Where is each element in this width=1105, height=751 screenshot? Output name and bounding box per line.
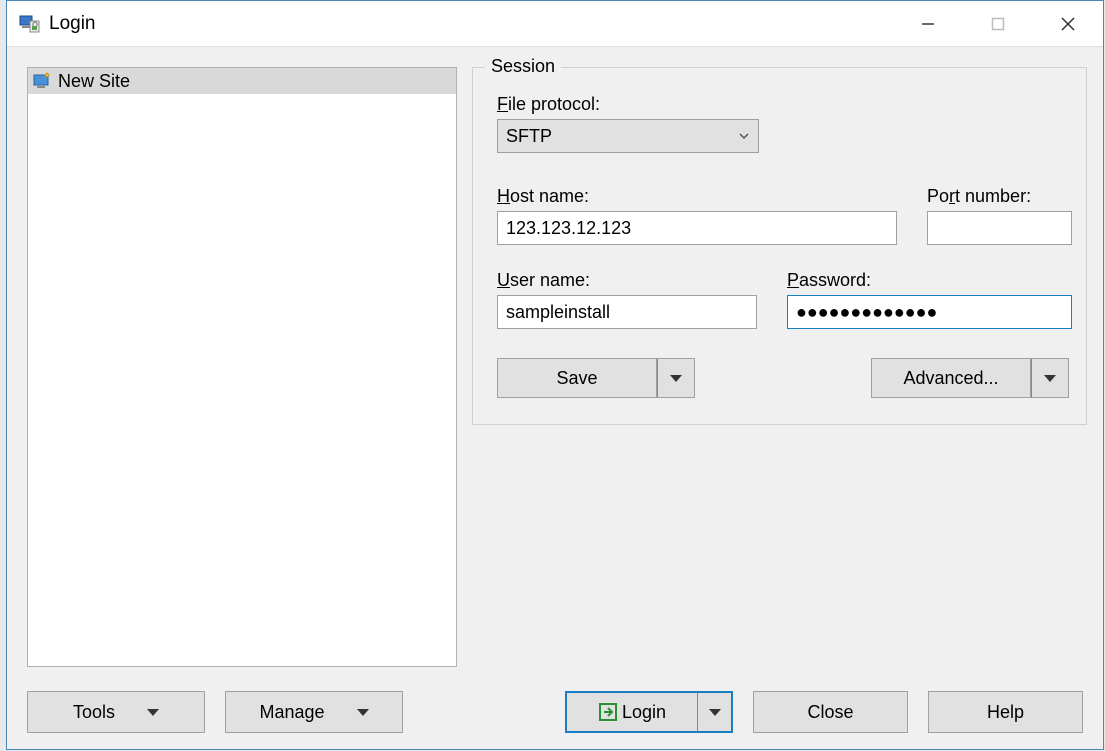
app-icon [19,13,41,35]
user-block: User name: [497,270,757,329]
caret-down-icon [670,375,682,382]
port-label: Port number: [927,186,1072,207]
host-label: Host name: [497,186,897,207]
login-button[interactable]: Login [567,693,697,731]
protocol-label: File protocol: [497,94,759,115]
save-button[interactable]: Save [497,358,657,398]
user-input[interactable] [497,295,757,329]
manage-button[interactable]: Manage [225,691,403,733]
pass-label: Password: [787,270,1072,291]
login-button-group: Login [565,691,733,733]
login-icon [598,702,618,722]
port-input-wrap: ▲ ▼ [927,211,1072,245]
host-input[interactable] [497,211,897,245]
maximize-button[interactable] [963,1,1033,46]
titlebar: Login [7,1,1103,47]
site-item-label: New Site [58,71,130,92]
minimize-button[interactable] [893,1,963,46]
login-dropdown[interactable] [697,693,731,731]
advanced-dropdown[interactable] [1031,358,1069,398]
advanced-button-group: Advanced... [871,358,1069,398]
bottom-left: Tools Manage [27,691,403,733]
session-group-label: Session [485,56,561,77]
site-item-new[interactable]: New Site [28,68,456,94]
caret-down-icon [357,709,369,716]
tools-button[interactable]: Tools [27,691,205,733]
chevron-down-icon [738,130,750,142]
save-button-group: Save [497,358,695,398]
bottom-right: Login Close Help [565,691,1083,733]
close-button[interactable] [1033,1,1103,46]
login-dialog: Login New Site [6,0,1104,750]
client-area: New Site Session File protocol: SFTP Hos… [7,47,1103,749]
session-group: Session File protocol: SFTP Host name: P… [472,67,1087,425]
help-button[interactable]: Help [928,691,1083,733]
advanced-button[interactable]: Advanced... [871,358,1031,398]
bottom-bar: Tools Manage Login [27,691,1083,733]
caret-down-icon [147,709,159,716]
pass-input[interactable] [787,295,1072,329]
host-block: Host name: [497,186,897,245]
port-input[interactable] [928,212,1105,244]
save-dropdown[interactable] [657,358,695,398]
window-title: Login [49,13,893,35]
protocol-value: SFTP [506,126,552,147]
protocol-block: File protocol: SFTP [497,94,759,153]
close-dialog-button[interactable]: Close [753,691,908,733]
protocol-select[interactable]: SFTP [497,119,759,153]
user-label: User name: [497,270,757,291]
caret-down-icon [1044,375,1056,382]
sites-list[interactable]: New Site [27,67,457,667]
new-site-icon [32,71,52,91]
port-block: Port number: ▲ ▼ [927,186,1072,245]
window-controls [893,1,1103,46]
caret-down-icon [709,709,721,716]
pass-block: Password: [787,270,1072,329]
